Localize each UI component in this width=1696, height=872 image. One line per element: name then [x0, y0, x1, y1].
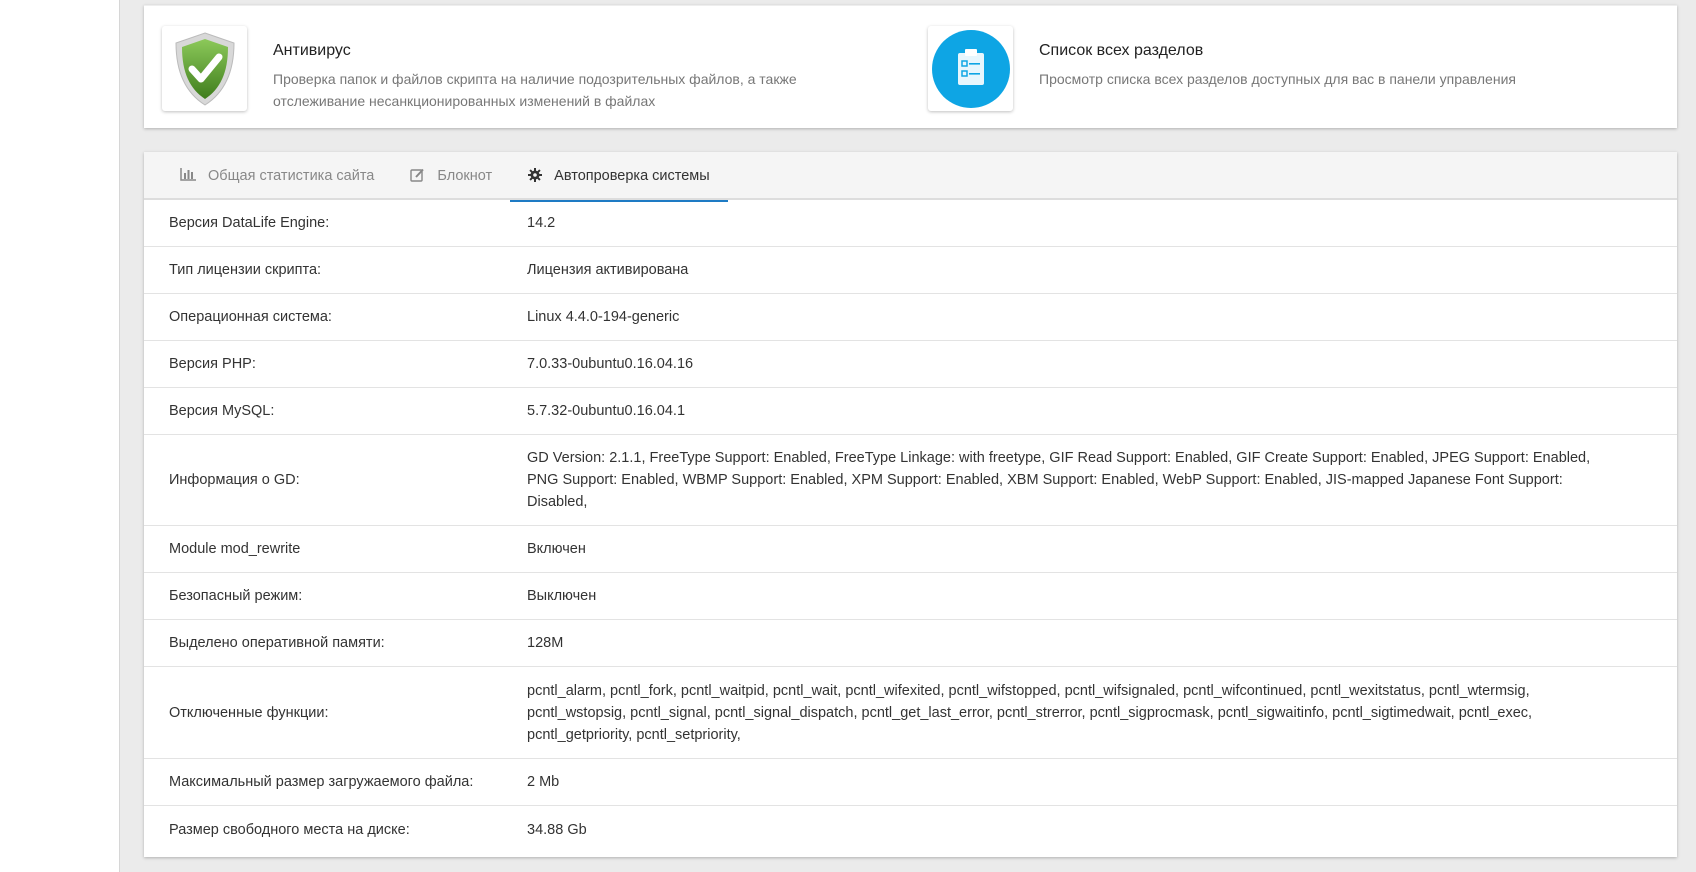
- tab-site-statistics[interactable]: Общая статистика сайта: [162, 152, 392, 200]
- tile-title[interactable]: Список всех разделов: [1039, 42, 1516, 60]
- row-value: pcntl_alarm, pcntl_fork, pcntl_waitpid, …: [527, 682, 1533, 743]
- table-row: Выделено оперативной памяти: 128M: [144, 620, 1677, 667]
- row-value: 34.88 Gb: [527, 821, 587, 838]
- row-label: Операционная система:: [169, 309, 332, 325]
- table-row: Безопасный режим: Выключен: [144, 573, 1677, 620]
- row-value: GD Version: 2.1.1, FreeType Support: Ena…: [527, 450, 1591, 510]
- table-row: Тип лицензии скрипта: Лицензия активирова…: [144, 247, 1677, 294]
- row-label: Module mod_rewrite: [169, 541, 301, 557]
- sections-list-tile[interactable]: Список всех разделов Просмотр списка все…: [928, 26, 1516, 111]
- row-label: Версия MySQL:: [169, 403, 275, 419]
- tile-description: Проверка папок и файлов скрипта на налич…: [273, 71, 797, 109]
- system-info-table: Версия DataLife Engine: 14.2 Тип лицензии…: [144, 200, 1677, 853]
- table-row: Версия MySQL: 5.7.32-0ubuntu0.16.04.1: [144, 388, 1677, 435]
- row-label: Информация о GD:: [169, 472, 300, 488]
- left-sidebar: [0, 0, 120, 872]
- table-row: Операционная система: Linux 4.4.0-194-gen…: [144, 294, 1677, 341]
- row-value: Лицензия активирована: [527, 262, 689, 278]
- edit-icon: [410, 168, 425, 185]
- table-row: Module mod_rewrite Включен: [144, 526, 1677, 573]
- row-value: Включен: [527, 541, 586, 557]
- tile-description: Просмотр списка всех разделов доступных …: [1039, 71, 1516, 87]
- row-value: Выключен: [527, 588, 597, 604]
- row-value: 14.2: [527, 215, 556, 231]
- gear-icon: [528, 167, 543, 185]
- tab-label: Общая статистика сайта: [208, 168, 375, 184]
- row-label: Размер свободного места на диске:: [169, 821, 410, 838]
- table-row: Информация о GD: GD Version: 2.1.1, FreeT…: [144, 435, 1677, 526]
- table-row: Отключенные функции: pcntl_alarm, pcntl_f…: [144, 667, 1677, 759]
- shield-check-icon: [162, 26, 247, 111]
- tab-system-autocheck[interactable]: Автопроверка системы: [510, 152, 728, 202]
- row-value: Linux 4.4.0-194-generic: [527, 309, 680, 325]
- row-label: Тип лицензии скрипта:: [169, 262, 322, 278]
- quick-links-card: Антивирус Проверка папок и файлов скрипт…: [144, 5, 1677, 128]
- tab-label: Блокнот: [437, 168, 493, 184]
- table-row: Размер свободного места на диске: 34.88 G…: [144, 806, 1677, 853]
- bar-chart-icon: [180, 168, 196, 184]
- row-label: Максимальный размер загружаемого файла:: [169, 774, 474, 790]
- row-label: Версия PHP:: [169, 356, 256, 372]
- table-row: Версия DataLife Engine: 14.2: [144, 200, 1677, 247]
- table-row: Максимальный размер загружаемого файла: 2…: [144, 759, 1677, 806]
- row-value: 5.7.32-0ubuntu0.16.04.1: [527, 403, 686, 419]
- table-row: Версия PHP: 7.0.33-0ubuntu0.16.04.16: [144, 341, 1677, 388]
- system-info-panel: Общая статистика сайта Блокнот Автопрове…: [144, 152, 1677, 857]
- row-label: Версия DataLife Engine:: [169, 215, 330, 231]
- row-value: 128M: [527, 635, 564, 651]
- row-value: 7.0.33-0ubuntu0.16.04.16: [527, 356, 694, 372]
- row-label: Безопасный режим:: [169, 588, 303, 604]
- tile-title[interactable]: Антивирус: [273, 42, 833, 60]
- antivirus-tile[interactable]: Антивирус Проверка папок и файлов скрипт…: [162, 26, 833, 112]
- row-label: Выделено оперативной памяти:: [169, 635, 385, 651]
- tab-label: Автопроверка системы: [554, 168, 710, 184]
- tab-notepad[interactable]: Блокнот: [392, 152, 510, 200]
- clipboard-list-icon: [928, 26, 1013, 111]
- row-value: 2 Mb: [527, 774, 560, 790]
- row-label: Отключенные функции:: [169, 704, 329, 721]
- tab-bar: Общая статистика сайта Блокнот Автопрове…: [144, 152, 1677, 202]
